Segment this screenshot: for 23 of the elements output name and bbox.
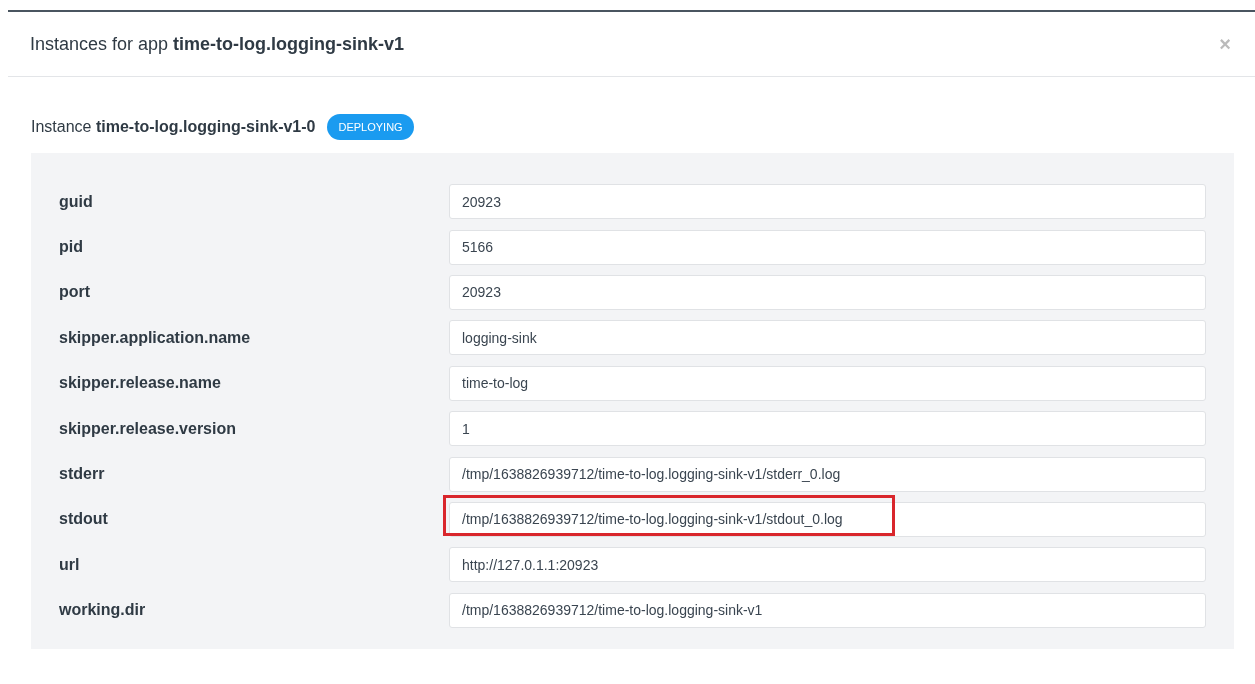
property-label: skipper.release.name: [59, 373, 222, 394]
property-label: working.dir: [59, 600, 147, 621]
property-label: stdout: [59, 509, 109, 530]
property-field[interactable]: logging-sink: [449, 320, 1206, 356]
property-field[interactable]: /tmp/1638826939712/time-to-log.logging-sink-v1/stdout_0.log: [449, 501, 1206, 537]
status-badge: DEPLOYING: [327, 113, 414, 141]
property-label: stderr: [59, 464, 106, 485]
property-label: skipper.application.name: [59, 327, 252, 348]
property-field[interactable]: /tmp/1638826939712/time-to-log.logging-sink-v1: [449, 592, 1206, 628]
property-field[interactable]: 5166: [449, 229, 1206, 265]
property-field[interactable]: 1: [449, 411, 1206, 447]
instance-title: Instance time-to-log.logging-sink-v1-0: [31, 117, 316, 137]
property-label: guid: [59, 191, 94, 212]
property-label: url: [59, 554, 81, 575]
property-field[interactable]: time-to-log: [449, 365, 1206, 401]
property-field[interactable]: 20923: [449, 274, 1206, 310]
property-label: pid: [59, 237, 84, 258]
modal-title: Instances for app time-to-log.logging-sink-v1: [30, 32, 405, 56]
property-label: skipper.release.version: [59, 418, 237, 439]
property-field[interactable]: 20923: [449, 184, 1206, 220]
property-field[interactable]: /tmp/1638826939712/time-to-log.logging-sink-v1/stderr_0.log: [449, 456, 1206, 492]
property-field[interactable]: http://127.0.1.1:20923: [449, 547, 1206, 583]
property-label: port: [59, 282, 92, 303]
